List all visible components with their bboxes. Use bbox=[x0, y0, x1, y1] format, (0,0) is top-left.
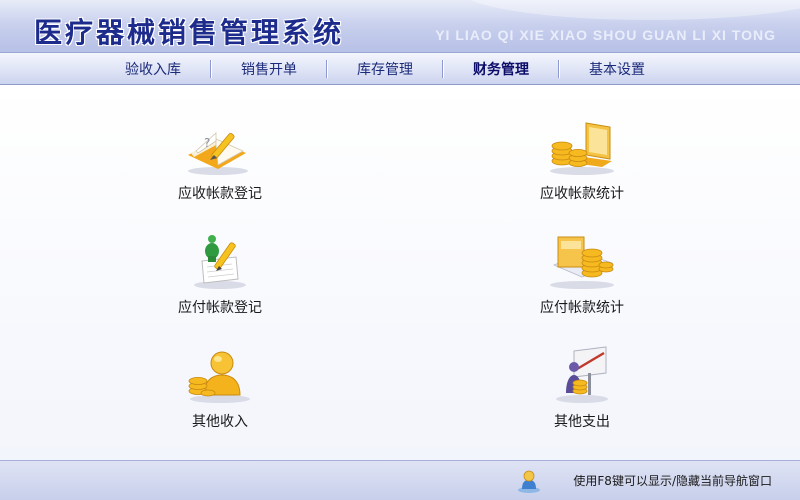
svg-text:?: ? bbox=[204, 136, 210, 150]
tile-receivable-register[interactable]: ? 应收帐款登记 bbox=[150, 115, 290, 215]
tile-payable-stats[interactable]: 应付帐款统计 bbox=[512, 229, 652, 329]
top-nav: 验收入库 销售开单 库存管理 财务管理 基本设置 bbox=[0, 52, 800, 85]
app-header: 医疗器械销售管理系统 YI LIAO QI XIE XIAO SHOU GUAN… bbox=[0, 0, 800, 52]
coins-laptop-icon bbox=[550, 122, 614, 175]
nav-items: 验收入库 销售开单 库存管理 财务管理 基本设置 bbox=[96, 53, 674, 84]
user-icon bbox=[518, 470, 540, 493]
nav-item-finance[interactable]: 财务管理 bbox=[444, 59, 558, 79]
tile-label: 其他支出 bbox=[554, 414, 610, 430]
main-panel: ? 应收帐款登记 应收帐款统计 应付帐款登记 应付帐款统计 其他收入 其他支出 bbox=[0, 85, 800, 460]
nav-item-inventory[interactable]: 库存管理 bbox=[328, 59, 442, 79]
status-bar: 使用F8键可以显示/隐藏当前导航窗口 bbox=[0, 460, 800, 500]
app-pinyin: YI LIAO QI XIE XIAO SHOU GUAN LI XI TONG bbox=[435, 27, 776, 43]
tile-receivable-stats[interactable]: 应收帐款统计 bbox=[512, 115, 652, 215]
tile-label: 应收帐款统计 bbox=[540, 186, 624, 202]
tile-label: 应付帐款登记 bbox=[178, 300, 262, 316]
tile-other-expense[interactable]: 其他支出 bbox=[512, 343, 652, 443]
tile-label: 应收帐款登记 bbox=[178, 186, 262, 202]
tile-label: 其他收入 bbox=[192, 414, 248, 430]
nav-item-settings[interactable]: 基本设置 bbox=[560, 59, 674, 79]
nav-item-sales[interactable]: 销售开单 bbox=[212, 59, 326, 79]
app-title: 医疗器械销售管理系统 bbox=[34, 16, 345, 49]
footer-hint: 使用F8键可以显示/隐藏当前导航窗口 bbox=[573, 474, 772, 488]
tile-other-income[interactable]: 其他收入 bbox=[150, 343, 290, 443]
tile-label: 应付帐款统计 bbox=[540, 300, 624, 316]
person-coins-icon bbox=[188, 351, 250, 403]
note-figure-pencil-icon bbox=[194, 235, 246, 289]
coins-card-icon bbox=[550, 236, 614, 289]
person-chart-icon bbox=[556, 346, 608, 403]
notebook-pencil-icon: ? bbox=[188, 132, 248, 175]
header-decoration bbox=[460, 0, 800, 20]
nav-item-receiving[interactable]: 验收入库 bbox=[96, 59, 210, 79]
tile-payable-register[interactable]: 应付帐款登记 bbox=[150, 229, 290, 329]
